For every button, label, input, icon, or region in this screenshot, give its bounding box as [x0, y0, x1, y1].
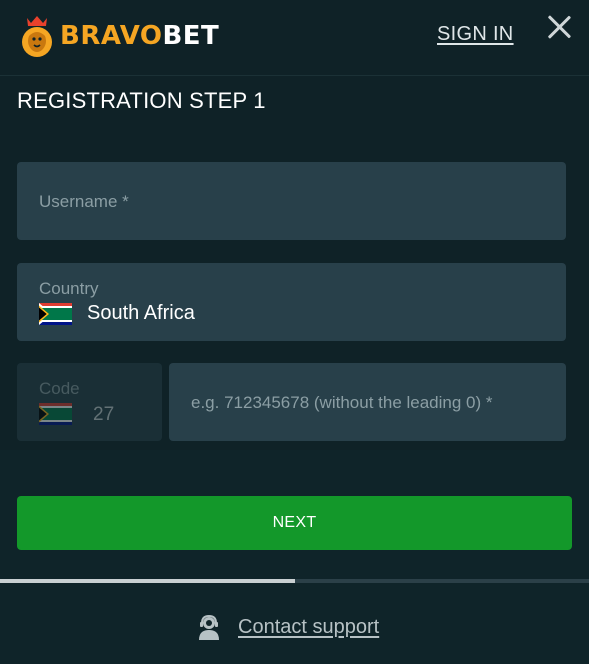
- brand-logo[interactable]: BRAVOBET: [18, 12, 219, 60]
- username-field[interactable]: Username *: [17, 162, 566, 240]
- progress-bar: [0, 579, 589, 583]
- south-africa-flag-icon: [39, 303, 72, 325]
- code-field: Code 27: [17, 363, 162, 441]
- phone-field[interactable]: e.g. 712345678 (without the leading 0) *: [169, 363, 566, 441]
- lion-crown-icon: [22, 16, 52, 57]
- south-africa-flag-icon: [39, 403, 72, 425]
- brand-name-bet: BET: [162, 21, 220, 51]
- country-label: Country: [39, 279, 99, 298]
- phone-placeholder: e.g. 712345678 (without the leading 0) *: [191, 393, 493, 412]
- brand-wordmark: BRAVOBET: [60, 23, 219, 49]
- page-title: REGISTRATION STEP 1: [17, 88, 266, 113]
- header: BRAVOBET SIGN IN: [0, 0, 589, 76]
- brand-name-bravo: BRAVO: [60, 21, 163, 51]
- next-button[interactable]: NEXT: [17, 496, 572, 550]
- sign-in-link[interactable]: SIGN IN: [437, 23, 514, 46]
- country-value: South Africa: [87, 302, 195, 324]
- support-agent-icon: [199, 614, 219, 640]
- code-value: 27: [93, 404, 115, 425]
- code-label: Code: [39, 379, 80, 398]
- contact-support-label: Contact support: [238, 615, 380, 638]
- contact-support-link[interactable]: Contact support: [197, 614, 379, 640]
- username-placeholder: Username *: [39, 192, 129, 211]
- close-icon[interactable]: [546, 14, 572, 40]
- country-select[interactable]: Country South Africa: [17, 263, 566, 341]
- progress-fill: [0, 579, 295, 583]
